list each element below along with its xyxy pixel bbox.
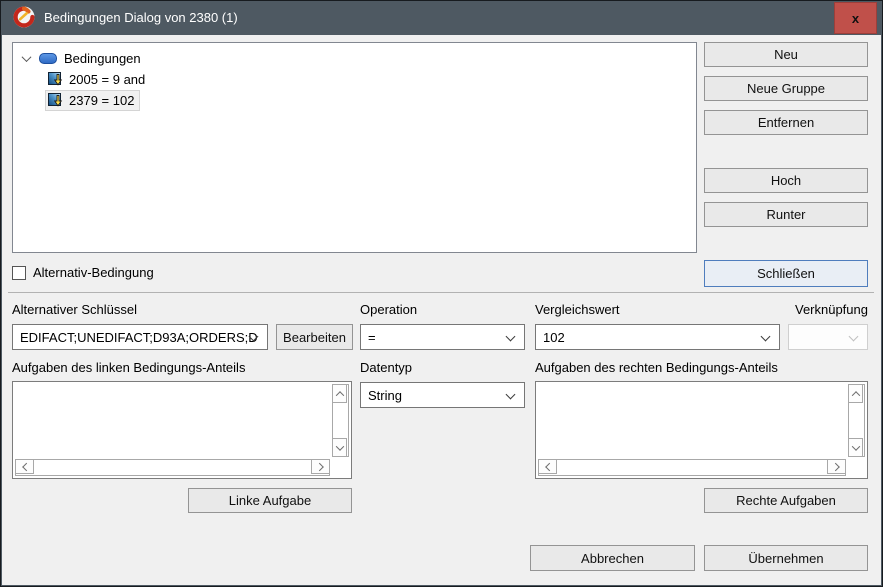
scroll-left-button[interactable]: [15, 459, 34, 474]
chevron-down-icon: [506, 390, 516, 400]
tree-item-row[interactable]: 2005 = 9 and: [13, 69, 696, 90]
hoch-button[interactable]: Hoch: [704, 168, 868, 193]
alternativer-schluessel-value: EDIFACT;UNEDIFACT;D93A;ORDERS;D: [20, 330, 258, 345]
scroll-up-button[interactable]: [332, 384, 347, 403]
scroll-down-button[interactable]: [332, 438, 347, 457]
separator-line: [8, 292, 874, 293]
neu-button[interactable]: Neu: [704, 42, 868, 67]
bearbeiten-button[interactable]: Bearbeiten: [276, 324, 353, 350]
linke-aufgaben-listbox[interactable]: [12, 381, 352, 479]
tree-root-label: Bedingungen: [64, 51, 141, 66]
scroll-left-button[interactable]: [538, 459, 557, 474]
vergleichswert-value: 102: [543, 330, 565, 345]
bedingungen-dialog-window: Bedingungen Dialog von 2380 (1) x Beding…: [0, 0, 883, 587]
schliessen-button[interactable]: Schließen: [704, 260, 868, 287]
alternativ-bedingung-checkbox-row[interactable]: Alternativ-Bedingung: [12, 265, 154, 280]
scroll-up-button[interactable]: [848, 384, 863, 403]
operation-label: Operation: [360, 302, 417, 317]
chevron-right-icon: [315, 462, 323, 470]
tree-item-row-selected[interactable]: 2379 = 102: [13, 90, 696, 111]
right-horizontal-scrollbar[interactable]: [538, 459, 846, 476]
verknuepfung-combobox: [788, 324, 868, 350]
linke-aufgaben-label: Aufgaben des linken Bedingungs-Anteils: [12, 360, 245, 375]
alternativer-schluessel-combobox[interactable]: EDIFACT;UNEDIFACT;D93A;ORDERS;D: [12, 324, 268, 350]
left-horizontal-scrollbar[interactable]: [15, 459, 330, 476]
alternativ-bedingung-checkbox[interactable]: [12, 266, 26, 280]
entfernen-button[interactable]: Entfernen: [704, 110, 868, 135]
datentyp-label: Datentyp: [360, 360, 412, 375]
title-bar[interactable]: Bedingungen Dialog von 2380 (1) x: [0, 0, 883, 35]
tree-item-label: 2005 = 9 and: [69, 72, 145, 87]
chevron-down-icon: [851, 442, 859, 450]
abbrechen-button[interactable]: Abbrechen: [530, 545, 695, 571]
neue-gruppe-button[interactable]: Neue Gruppe: [704, 76, 868, 101]
rechte-aufgaben-label: Aufgaben des rechten Bedingungs-Anteils: [535, 360, 778, 375]
expander-chevron-icon[interactable]: [22, 52, 32, 62]
vergleichswert-label: Vergleichswert: [535, 302, 620, 317]
operation-value: =: [368, 330, 376, 345]
tree-item-label: 2379 = 102: [69, 93, 134, 108]
conditions-tree[interactable]: Bedingungen 2005 = 9 and: [12, 42, 697, 253]
uebernehmen-button[interactable]: Übernehmen: [704, 545, 868, 571]
condition-node-icon: [48, 71, 64, 88]
group-node-icon: [39, 53, 57, 64]
datentyp-value: String: [368, 388, 402, 403]
scroll-right-button[interactable]: [827, 459, 846, 474]
runter-button[interactable]: Runter: [704, 202, 868, 227]
close-icon: x: [852, 11, 859, 26]
linke-aufgabe-button[interactable]: Linke Aufgabe: [188, 488, 352, 513]
window-title: Bedingungen Dialog von 2380 (1): [44, 0, 238, 35]
scroll-right-button[interactable]: [311, 459, 330, 474]
chevron-up-icon: [335, 391, 343, 399]
alternativ-bedingung-label: Alternativ-Bedingung: [33, 265, 154, 280]
chevron-left-icon: [545, 462, 553, 470]
verknuepfung-label: Verknüpfung: [795, 302, 868, 317]
vergleichswert-combobox[interactable]: 102: [535, 324, 780, 350]
chevron-down-icon: [761, 332, 771, 342]
alternativer-schluessel-label: Alternativer Schlüssel: [12, 302, 137, 317]
chevron-up-icon: [851, 391, 859, 399]
chevron-down-icon: [849, 332, 859, 342]
right-vertical-scrollbar[interactable]: [848, 384, 865, 457]
scroll-down-button[interactable]: [848, 438, 863, 457]
app-logo-icon: [13, 6, 35, 28]
rechte-aufgaben-button[interactable]: Rechte Aufgaben: [704, 488, 868, 513]
chevron-down-icon: [335, 442, 343, 450]
tree-root-row[interactable]: Bedingungen: [13, 48, 696, 69]
chevron-left-icon: [22, 462, 30, 470]
rechte-aufgaben-listbox[interactable]: [535, 381, 868, 479]
chevron-down-icon: [506, 332, 516, 342]
chevron-right-icon: [831, 462, 839, 470]
datentyp-combobox[interactable]: String: [360, 382, 525, 408]
operation-combobox[interactable]: =: [360, 324, 525, 350]
left-vertical-scrollbar[interactable]: [332, 384, 349, 457]
close-button[interactable]: x: [834, 2, 877, 34]
condition-node-icon: [48, 92, 64, 109]
